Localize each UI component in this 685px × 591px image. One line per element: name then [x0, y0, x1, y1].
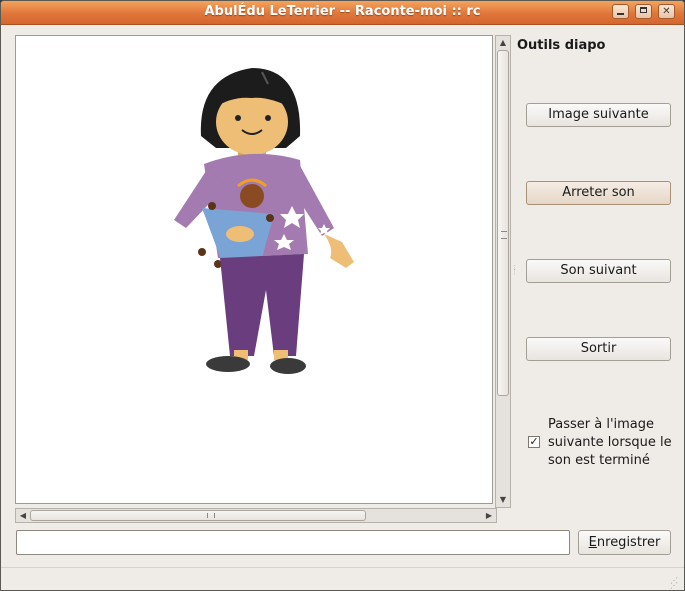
resize-grip-icon[interactable]: ⋰ ⋰: [670, 577, 680, 590]
scroll-left-arrow-icon[interactable]: ◀: [16, 509, 30, 522]
auto-advance-label: Passer à l'image suivante lorsque le son…: [548, 417, 672, 468]
status-bar: ⋰ ⋰: [1, 567, 684, 590]
close-button[interactable]: ✕: [658, 4, 675, 19]
checkmark-icon: ✓: [529, 435, 539, 448]
maximize-icon: [640, 7, 647, 13]
horizontal-scrollbar[interactable]: ◀ ▶: [15, 508, 497, 523]
girl-with-doll-illustration: [174, 68, 354, 374]
vertical-scrollbar[interactable]: ▲ ▼: [495, 35, 511, 508]
next-image-button[interactable]: Image suivante: [526, 103, 671, 127]
panel-title: Outils diapo: [517, 38, 606, 53]
window-title: AbulÉdu LeTerrier -- Raconte-moi :: rc: [204, 4, 481, 19]
maximize-button[interactable]: [635, 4, 652, 19]
scroll-down-arrow-icon[interactable]: ▼: [496, 493, 510, 507]
stop-sound-button[interactable]: Arreter son: [526, 181, 671, 205]
scroll-up-arrow-icon[interactable]: ▲: [496, 36, 510, 50]
quit-button[interactable]: Sortir: [526, 337, 671, 361]
save-button-label: nregistrer: [596, 535, 661, 550]
app-window: AbulÉdu LeTerrier -- Raconte-moi :: rc ✕: [0, 0, 685, 591]
close-icon: ✕: [662, 6, 671, 17]
filename-input[interactable]: [16, 530, 570, 555]
splitter-handle-icon[interactable]: ⋮ ⋮: [511, 265, 518, 288]
grip-icon: [501, 231, 507, 239]
vertical-scroll-thumb[interactable]: [497, 50, 509, 396]
minimize-icon: [617, 13, 624, 15]
horizontal-scroll-thumb[interactable]: [30, 510, 366, 521]
save-button-mnemonic: E: [588, 535, 597, 550]
next-sound-button[interactable]: Son suivant: [526, 259, 671, 283]
auto-advance-checkbox[interactable]: ✓: [528, 436, 540, 448]
save-button[interactable]: Enregistrer: [578, 530, 671, 555]
minimize-button[interactable]: [612, 4, 629, 19]
title-bar[interactable]: AbulÉdu LeTerrier -- Raconte-moi :: rc ✕: [1, 1, 684, 25]
grip-icon: [207, 513, 215, 518]
image-viewer: [15, 35, 493, 504]
scroll-right-arrow-icon[interactable]: ▶: [482, 509, 496, 522]
